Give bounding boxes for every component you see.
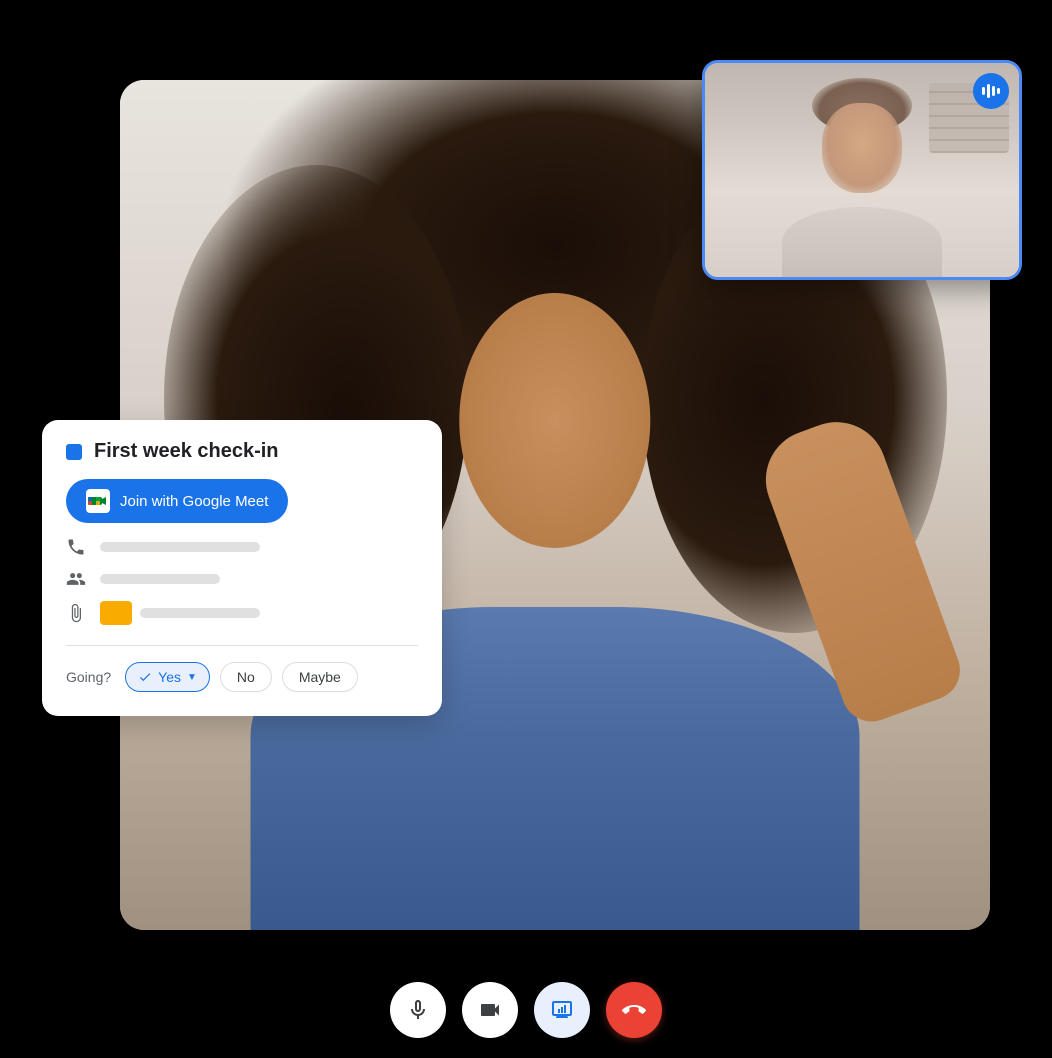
event-color-dot [66, 444, 82, 460]
rsvp-maybe-label: Maybe [299, 669, 341, 685]
speaking-bar-2 [987, 84, 990, 98]
attachment-row [66, 601, 418, 625]
phone-row [66, 537, 418, 557]
end-call-button[interactable] [606, 982, 662, 1038]
rsvp-yes-button[interactable]: Yes ▼ [125, 662, 210, 692]
speaking-bars [982, 84, 1000, 98]
event-title-row: First week check-in [66, 440, 418, 463]
small-video-person [705, 63, 1019, 277]
rsvp-yes-icon [138, 670, 152, 684]
rsvp-maybe-button[interactable]: Maybe [282, 662, 358, 692]
rsvp-row: Going? Yes ▼ No Maybe [66, 662, 418, 692]
camera-icon [478, 998, 502, 1022]
present-button[interactable] [534, 982, 590, 1038]
small-video [702, 60, 1022, 280]
people-row [66, 569, 418, 589]
rsvp-yes-label: Yes [158, 669, 181, 685]
meet-icon [86, 489, 110, 513]
mic-button[interactable] [390, 982, 446, 1038]
speaking-bar-3 [992, 86, 995, 96]
rsvp-yes-arrow: ▼ [187, 672, 197, 683]
attachment-icon [66, 603, 86, 623]
phone-bar [100, 542, 260, 552]
present-icon [550, 998, 574, 1022]
divider [66, 645, 418, 646]
speaking-bar-1 [982, 87, 985, 95]
event-card: First week check-in Join with Google Mee… [42, 420, 442, 716]
camera-button[interactable] [462, 982, 518, 1038]
end-call-icon [622, 998, 646, 1022]
rsvp-no-label: No [237, 669, 255, 685]
join-meet-button[interactable]: Join with Google Meet [66, 479, 288, 523]
speaking-badge [973, 73, 1009, 109]
microphone-icon [406, 998, 430, 1022]
rsvp-label: Going? [66, 669, 111, 685]
speaking-bar-4 [997, 88, 1000, 94]
controls-bar [390, 982, 662, 1038]
join-button-label: Join with Google Meet [120, 493, 268, 510]
people-bar [100, 574, 220, 584]
phone-icon [66, 537, 86, 557]
attachment-thumb [100, 601, 132, 625]
attachment-bar [140, 608, 260, 618]
rsvp-no-button[interactable]: No [220, 662, 272, 692]
event-title: First week check-in [94, 440, 279, 463]
scene: First week check-in Join with Google Mee… [0, 0, 1052, 1058]
people-icon [66, 569, 86, 589]
